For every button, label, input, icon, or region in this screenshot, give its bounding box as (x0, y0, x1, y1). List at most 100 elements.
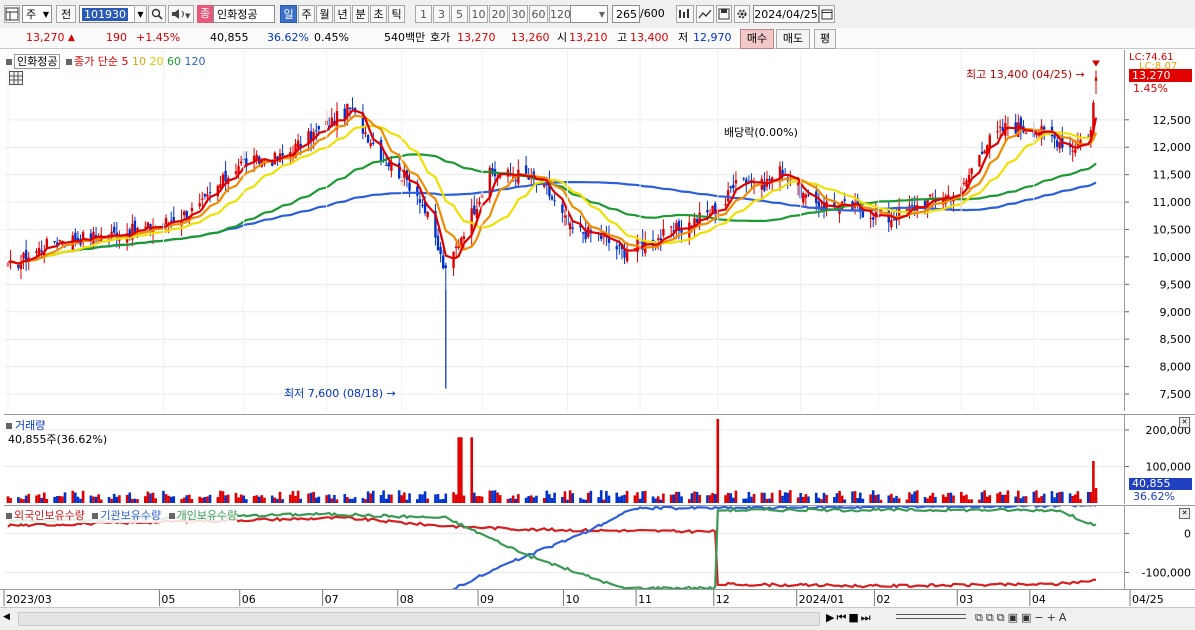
candle-body (372, 142, 375, 144)
date-axis: 2023/03 05 06 07 08 09 10 11 12 2024/01 02 03 04 04/2… (0, 589, 1195, 607)
period-tab-0[interactable]: 일 (280, 5, 297, 23)
volume-bar (934, 496, 937, 503)
interval-button-5[interactable]: 5 (451, 5, 468, 23)
volume-bar (397, 490, 401, 503)
candle-body (387, 162, 390, 167)
candle-body (45, 238, 49, 248)
interval-button-60[interactable]: 60 (529, 5, 548, 23)
low-label: 저 (678, 31, 689, 44)
quote-bar: 13,270 ▲ 190 +1.45% 40,855 36.62% 0.45% … (0, 28, 1195, 49)
interval-button-3[interactable]: 3 (433, 5, 450, 23)
candle-body (239, 161, 243, 164)
holdings-close-button[interactable]: ✕ (1179, 508, 1190, 519)
interval-button-120[interactable]: 120 (549, 5, 571, 23)
volume-bar (923, 496, 927, 503)
volume-bar (801, 496, 805, 503)
holdings-legend: 외국인보유수량 기관보유수량 개인보유수량 (6, 507, 238, 523)
chart-scrollbar[interactable]: ◀ ▶⏮■⏭ ⧉⧉⧉▣▣−+A (0, 607, 1195, 630)
stock-name-field[interactable]: 인화정공 (213, 5, 275, 23)
candle-body (1071, 150, 1074, 152)
scroll-left-button[interactable]: ◀ (3, 612, 13, 624)
bar-count-input[interactable]: 265 (612, 5, 640, 23)
volume-bar (190, 499, 194, 503)
price-panel[interactable]: 인화정공 종가 단순 5 10 20 60 120 최고 13,400 (04/… (4, 50, 1124, 411)
volume-bar (553, 492, 556, 503)
copy-icon[interactable]: ⧉ (975, 611, 986, 624)
volume-bar (869, 494, 872, 503)
candle-body (869, 217, 872, 219)
volume-bar (892, 497, 896, 503)
high-marker (1092, 60, 1100, 67)
save-button[interactable] (716, 5, 732, 23)
period-tab-6[interactable]: 틱 (388, 5, 405, 23)
volume-bar (677, 491, 681, 503)
candle-body (58, 239, 62, 241)
sell-button[interactable]: 매도 (776, 29, 810, 49)
volume-axis: 100,000 200,000 ✕ 40,855 36.62% (1124, 414, 1195, 504)
current-price: 13,270 (26, 31, 65, 44)
minus-icon[interactable]: − (1034, 611, 1046, 624)
volume-bar (136, 499, 139, 503)
interval-button-10[interactable]: 10 (469, 5, 488, 23)
volume-bar (506, 498, 510, 503)
date-tick-label: 2023/03 (6, 593, 52, 606)
fast-forward-icon[interactable]: ⏭ (861, 611, 873, 624)
volume-close-button[interactable]: ✕ (1179, 417, 1190, 428)
interval-button-30[interactable]: 30 (509, 5, 528, 23)
plus-icon[interactable]: + (1047, 611, 1059, 624)
period-select[interactable]: 주 ▼ (22, 5, 52, 23)
volume-bar (403, 492, 406, 503)
stop-icon[interactable]: ■ (848, 611, 860, 624)
view-controls[interactable]: ⧉⧉⧉▣▣−+A (975, 611, 1069, 625)
playback-controls[interactable]: ▶⏮■⏭ (826, 611, 873, 625)
candle-body (462, 236, 466, 240)
sound-button[interactable]: ▼ (168, 5, 194, 23)
candle-body (563, 215, 567, 218)
font-size-icon[interactable]: A (1059, 611, 1070, 624)
copy-icon[interactable]: ⧉ (997, 611, 1008, 624)
period-tab-1[interactable]: 주 (298, 5, 315, 23)
candle-body (892, 219, 896, 221)
volume-bar (1019, 498, 1023, 503)
play-icon[interactable]: ▶ (826, 611, 836, 624)
period-tab-5[interactable]: 초 (370, 5, 387, 23)
interval-button-1[interactable]: 1 (415, 5, 432, 23)
draw-button[interactable] (696, 5, 714, 23)
candle-body (553, 200, 556, 202)
zoom-track[interactable] (896, 614, 966, 619)
settings-button[interactable] (734, 5, 750, 23)
calendar-button[interactable] (819, 5, 835, 23)
volume-bar (1035, 490, 1038, 503)
volume-bar (789, 490, 792, 503)
table-toggle-button[interactable] (9, 71, 23, 85)
volume-bar (408, 493, 411, 503)
volume-panel[interactable]: 거래량 40,855주(36.62%) (4, 414, 1124, 504)
date-input[interactable]: 2024/04/25 (753, 5, 819, 23)
copy-icon[interactable]: ⧉ (986, 611, 997, 624)
date-tick-label: 2024/01 (799, 593, 845, 606)
zoom-button[interactable] (676, 5, 694, 23)
search-button[interactable] (148, 5, 166, 23)
holdings-panel[interactable]: 외국인보유수량 기관보유수량 개인보유수량 (4, 505, 1124, 589)
price-tick-label: 11,500 (1153, 169, 1192, 182)
window-icon[interactable]: ▣ (1021, 611, 1034, 624)
window-icon[interactable]: ▣ (1008, 611, 1021, 624)
rewind-icon[interactable]: ⏮ (836, 611, 848, 624)
scroll-track[interactable] (18, 612, 820, 626)
buy-button[interactable]: 매수 (740, 29, 774, 49)
candle-body (224, 170, 227, 182)
period-tab-2[interactable]: 월 (316, 5, 333, 23)
volume-bar (237, 497, 240, 503)
average-button[interactable]: 평 (814, 29, 836, 49)
stock-code-input[interactable]: 101930 (79, 5, 135, 23)
interval-button-20[interactable]: 20 (489, 5, 508, 23)
prev-button[interactable]: 전 (56, 5, 76, 23)
trade-amount: 540백만 (384, 31, 426, 44)
volume-bar (270, 495, 274, 503)
period-tab-3[interactable]: 년 (334, 5, 351, 23)
period-tab-4[interactable]: 분 (352, 5, 369, 23)
code-dropdown-button[interactable]: ▼ (134, 5, 147, 23)
candle-body (426, 211, 429, 218)
layout-icon[interactable] (4, 5, 20, 23)
interval-input[interactable]: ▼ (570, 5, 608, 23)
